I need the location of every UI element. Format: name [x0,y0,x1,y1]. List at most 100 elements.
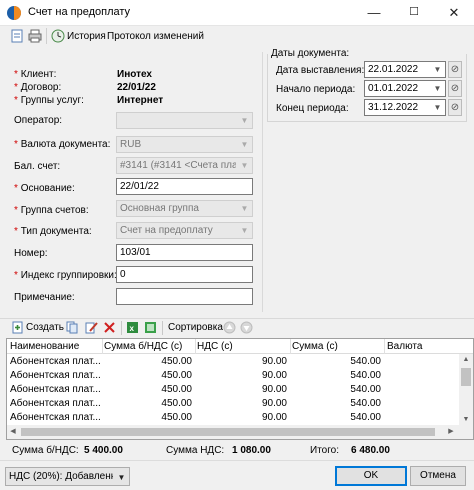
contract-label: * Договор: [14,82,62,93]
svg-text:x: x [130,324,135,333]
service-groups-label: * Группы услуг: [14,95,84,106]
grid-toolbar-divider [162,321,163,335]
scrollbar-thumb[interactable] [461,368,471,386]
doc-type-select[interactable]: Счет на предоплату ▼ [116,222,253,239]
calendar-clear-button[interactable]: ⊘ [448,61,462,78]
horizontal-scrollbar[interactable]: ◀ ▶ [7,425,473,439]
create-icon[interactable] [11,321,24,334]
scroll-up-icon[interactable]: ▲ [459,354,473,366]
period-start-picker[interactable]: 01.01.2022 ▼ [364,80,446,97]
chevron-down-icon: ▼ [117,473,126,482]
note-input[interactable] [116,288,253,305]
ok-button[interactable]: OK [335,466,407,486]
hscrollbar-thumb[interactable] [21,428,435,436]
currency-select[interactable]: RUB ▼ [116,136,253,153]
number-input[interactable]: 103/01 [116,244,253,261]
basis-label: * Основание: [14,183,75,194]
net-total-label: Сумма б/НДС: [12,445,79,456]
cell-sum: 540.00 [350,370,381,381]
account-group-select[interactable]: Основная группа ▼ [116,200,253,217]
chevron-down-icon: ▼ [433,84,442,93]
column-separator [384,339,385,354]
calendar-clear-button[interactable]: ⊘ [448,99,462,116]
issue-date-picker[interactable]: 22.01.2022 ▼ [364,61,446,78]
column-header-name[interactable]: Наименование [10,341,79,352]
table-row[interactable]: Абонентская плат... 450.00 90.00 540.00 [7,355,459,369]
period-end-picker[interactable]: 31.12.2022 ▼ [364,99,446,116]
delete-icon[interactable] [103,321,116,334]
sort-up-icon[interactable] [223,321,236,334]
history-icon[interactable] [51,29,65,43]
history-button[interactable]: История [67,31,106,42]
chevron-down-icon: ▼ [240,161,249,170]
doc-type-label: * Тип документа: [14,226,92,237]
window-title: Счет на предоплату [28,6,131,18]
chevron-down-icon: ▼ [240,116,249,125]
table-row[interactable]: Абонентская плат... 450.00 90.00 540.00 [7,411,459,425]
changelog-button[interactable]: Протокол изменений [107,31,204,42]
grand-total-label: Итого: [310,445,339,456]
service-groups-value: Интернет [117,95,164,106]
operator-select[interactable]: ▼ [116,112,253,129]
scroll-right-icon[interactable]: ▶ [445,425,457,439]
column-header-currency[interactable]: Валюта [387,341,422,352]
cell-vat: 90.00 [261,356,287,367]
services-grid[interactable]: Наименование Сумма б/НДС (с) НДС (с) Сум… [6,338,474,440]
client-value: Инотех [117,69,152,80]
table-row[interactable]: Абонентская плат... 450.00 90.00 540.00 [7,383,459,397]
net-total-value: 5 400.00 [84,445,123,456]
scroll-left-icon[interactable]: ◀ [7,425,19,439]
period-start-label: Начало периода: [276,84,356,95]
column-header-net[interactable]: Сумма б/НДС (с) [104,341,182,352]
cell-name: Абонентская плат... [10,412,101,423]
cell-name: Абонентская плат... [10,398,101,409]
chevron-down-icon: ▼ [240,226,249,235]
copy-icon[interactable] [66,321,79,334]
cell-sum: 540.00 [350,356,381,367]
excel-export-icon[interactable]: x [126,321,139,334]
table-row[interactable]: Абонентская плат... 450.00 90.00 540.00 [7,397,459,411]
column-header-sum[interactable]: Сумма (с) [292,341,338,352]
grid-toolbar-divider [121,321,122,335]
maximize-button[interactable]: ☐ [394,0,434,25]
chevron-down-icon: ▼ [433,103,442,112]
minimize-button[interactable]: — [354,0,394,25]
cell-name: Абонентская плат... [10,384,101,395]
cell-net: 450.00 [161,356,192,367]
vat-total-value: 1 080.00 [232,445,271,456]
cell-vat: 90.00 [261,412,287,423]
cell-name: Абонентская плат... [10,370,101,381]
currency-label: * Валюта документа: [14,139,111,150]
chevron-down-icon: ▼ [240,140,249,149]
footer-divider [0,460,474,461]
calendar-clear-button[interactable]: ⊘ [448,80,462,97]
document-icon[interactable] [10,29,24,43]
balance-account-select[interactable]: #3141 (#3141 <Счета плате ▼ [116,157,253,174]
sort-button[interactable]: Сортировка [168,322,223,333]
cancel-button[interactable]: Отмена [410,466,466,486]
cell-vat: 90.00 [261,370,287,381]
operator-label: Оператор: [14,115,63,126]
grouping-index-input[interactable]: 0 [116,266,253,283]
cell-net: 450.00 [161,384,192,395]
print-icon[interactable] [28,29,42,43]
account-group-label: * Группа счетов: [14,205,89,216]
basis-input[interactable]: 22/01/22 [116,178,253,195]
title-bar: Счет на предоплату — ☐ ✕ [0,0,474,26]
number-label: Номер: [14,248,48,259]
cell-net: 450.00 [161,370,192,381]
table-row[interactable]: Абонентская плат... 450.00 90.00 540.00 [7,369,459,383]
edit-icon[interactable] [85,321,98,334]
close-button[interactable]: ✕ [434,0,474,25]
grouping-index-label: * Индекс группировки: [14,270,117,281]
cell-sum: 540.00 [350,412,381,423]
create-button[interactable]: Создать [26,322,64,333]
balance-account-label: Бал. счет: [14,161,61,172]
column-header-vat[interactable]: НДС (с) [197,341,233,352]
sort-down-icon[interactable] [240,321,253,334]
table-view-icon[interactable] [144,321,157,334]
cell-vat: 90.00 [261,384,287,395]
vat-mode-select[interactable]: НДС (20%): Добавленный▼ [5,467,130,486]
note-label: Примечание: [14,292,75,303]
vertical-scrollbar[interactable]: ▲ ▼ [459,354,473,426]
